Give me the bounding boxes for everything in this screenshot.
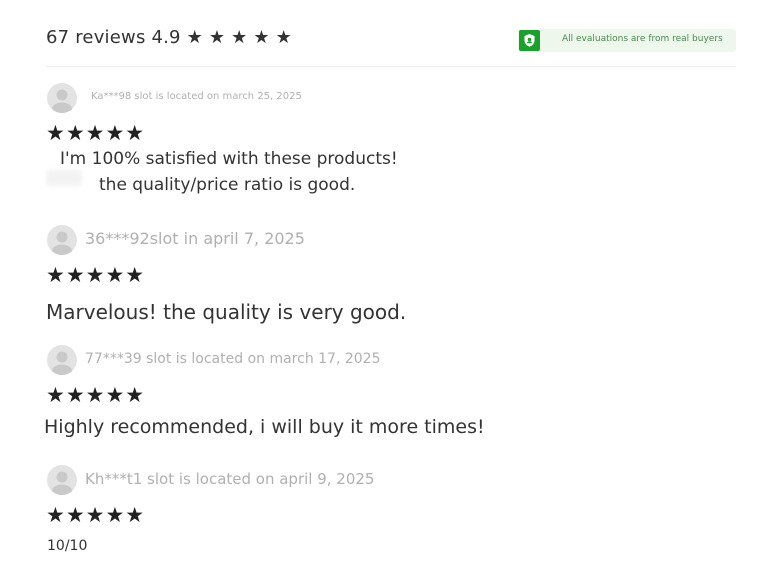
- avatar: [47, 465, 77, 495]
- header-divider: [46, 66, 736, 67]
- star-rating: ★★★★★: [46, 383, 146, 407]
- avatar: [47, 83, 77, 113]
- review-meta: 77***39 slot is located on march 17, 202…: [85, 351, 381, 367]
- avatar: [47, 345, 77, 375]
- badge-label: All evaluations are from real buyers: [562, 34, 723, 44]
- review-meta: Kh***t1 slot is located on april 9, 2025: [85, 470, 375, 488]
- review-text: 10/10: [47, 538, 88, 554]
- star-rating: ★★★★★: [46, 121, 146, 145]
- review-text-line-2: the quality/price ratio is good.: [99, 175, 356, 195]
- review-text: Marvelous! the quality is very good.: [46, 300, 407, 324]
- verified-buyers-badge: All evaluations are from real buyers: [518, 29, 736, 52]
- review-text-line-1: I'm 100% satisfied with these products!: [60, 149, 398, 169]
- reviews-summary: 67 reviews 4.9 ★ ★ ★ ★ ★: [46, 27, 292, 48]
- review-text: Highly recommended, i will buy it more t…: [44, 416, 485, 438]
- review-meta: 36***92slot in april 7, 2025: [85, 229, 305, 248]
- shield-check-icon: [519, 30, 540, 51]
- avatar: [47, 225, 77, 255]
- blurred-area: [46, 170, 82, 186]
- review-meta: Ka***98 slot is located on march 25, 202…: [91, 91, 302, 102]
- star-rating: ★★★★★: [46, 263, 146, 287]
- star-rating: ★★★★★: [46, 503, 146, 527]
